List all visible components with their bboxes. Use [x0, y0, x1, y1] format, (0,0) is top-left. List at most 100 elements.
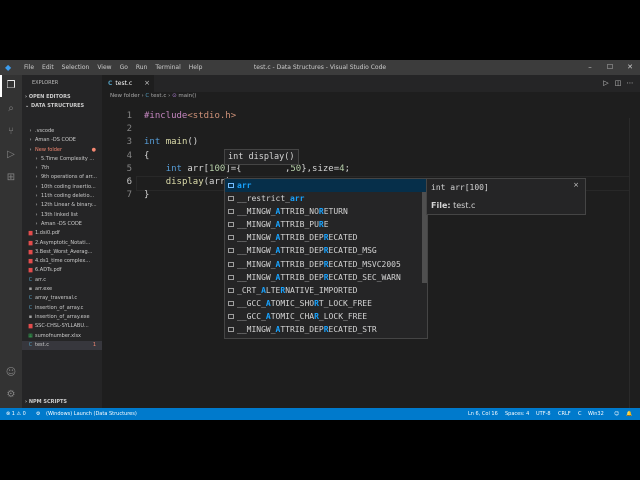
suggestion-item[interactable]: __MINGW_ATTRIB_NORETURN [225, 205, 427, 218]
open-editors-section[interactable]: › OPEN EDITORS [25, 94, 71, 100]
workspace-section[interactable]: ⌄ DATA STRUCTURES [25, 103, 84, 109]
breadcrumb: New folder › C test.c › ⊙ main() [110, 93, 197, 99]
code-token: 50 [290, 163, 302, 174]
suggestion-item[interactable]: __MINGW_ATTRIB_DEPRECATED_SEC_WARN [225, 271, 427, 284]
tree-item[interactable]: ▦ sumofnumber.xlsx [22, 332, 102, 341]
maximize-button[interactable]: ☐ [600, 60, 620, 75]
tree-item[interactable]: › Aman -DS CODE [22, 220, 102, 229]
tree-item[interactable]: ▆ 2.Asymptotic_Notati... [22, 239, 102, 248]
variable-icon [228, 183, 234, 188]
npm-scripts-section[interactable]: › NPM SCRIPTS [25, 399, 67, 405]
suggestion-item[interactable]: __GCC_ATOMIC_SHORT_LOCK_FREE [225, 297, 427, 310]
notifications-icon[interactable]: 🔔 [626, 408, 632, 420]
tree-item-label: 5.Time Complexity ... [41, 155, 95, 162]
extensions-icon[interactable]: ⊞ [5, 172, 17, 184]
line-number: 3 [126, 137, 132, 148]
tree-item[interactable]: ▆ 1.dsi0.pdf [22, 229, 102, 238]
tree-item[interactable]: › 9th operations of arr... [22, 173, 102, 182]
tab-close-icon[interactable]: × [144, 75, 150, 92]
minimap[interactable] [629, 118, 640, 408]
source-control-icon[interactable]: ⑂ [5, 126, 17, 138]
tree-item[interactable]: Cinsertion_of_array.c [22, 304, 102, 313]
suggestion-item[interactable]: __MINGW_ATTRIB_DEPRECATED [225, 231, 427, 244]
tree-item[interactable]: ▆ SSC-CHSL-SYLLABU... [22, 322, 102, 331]
line-number: 6 [126, 177, 132, 187]
tree-item[interactable]: › 11th coding deletio... [22, 192, 102, 201]
tree-item[interactable]: ▆ 4.ds1_time complex... [22, 257, 102, 266]
tree-item[interactable]: Ctest.c 1 [22, 340, 102, 351]
problems-indicator[interactable]: ⊗ 1 ⚠ 0 [6, 408, 26, 420]
tree-item[interactable]: › 13th linked list [22, 211, 102, 220]
details-close-icon[interactable]: × [573, 181, 579, 189]
breadcrumb-file[interactable]: test.c [151, 93, 166, 99]
encoding[interactable]: UTF-8 [536, 408, 551, 420]
platform[interactable]: Win32 [588, 408, 604, 420]
minimize-button[interactable]: – [580, 60, 600, 75]
code-token: },size= [301, 163, 340, 174]
suggestion-item[interactable]: __MINGW_ATTRIB_DEPRECATED_STR [225, 323, 427, 336]
tree-item[interactable]: Carray_traversal.c [22, 294, 102, 303]
files-icon[interactable]: ❐ [5, 80, 17, 92]
settings-gear-icon[interactable]: ⚙ [5, 389, 17, 401]
language-mode[interactable]: C [578, 408, 582, 420]
folder-icon: › [29, 146, 32, 153]
run-code-icon[interactable]: ▷ [600, 75, 612, 92]
tree-item[interactable]: › Aman -DS CODE [22, 136, 102, 145]
code-line: int main() [144, 136, 198, 149]
code-line: { [144, 150, 149, 163]
text-icon [228, 222, 234, 228]
suggestion-text: arr [289, 194, 305, 204]
suggestion-item[interactable]: arr [225, 179, 427, 193]
search-icon[interactable]: ⌕ [5, 103, 17, 115]
more-actions-icon[interactable]: ⋯ [624, 75, 636, 92]
suggestion-text: ECATED [328, 233, 358, 243]
tree-item[interactable]: › New folder ● [22, 146, 102, 155]
suggestion-item[interactable]: __MINGW_ATTRIB_DEPRECATED_MSG [225, 244, 427, 257]
menu-view[interactable]: View [93, 60, 115, 75]
tree-item[interactable]: › .vscode [22, 127, 102, 136]
code-token: display [165, 177, 204, 187]
breadcrumb-folder[interactable]: New folder [110, 93, 140, 99]
suggestion-item[interactable]: __MINGW_ATTRIB_PURE [225, 218, 427, 231]
tab-test-c[interactable]: Ctest.c × [102, 75, 154, 92]
tree-item[interactable]: › 5.Time Complexity ... [22, 155, 102, 164]
line-number: 2 [126, 124, 132, 135]
close-window-button[interactable]: ✕ [620, 60, 640, 75]
menu-edit[interactable]: Edit [38, 60, 58, 75]
split-editor-icon[interactable]: ◫ [612, 75, 624, 92]
menu-selection[interactable]: Selection [58, 60, 94, 75]
suggestion-item[interactable]: _CRT_ALTERNATIVE_IMPORTED [225, 284, 427, 297]
tree-item-label: .vscode [35, 128, 55, 134]
feedback-icon[interactable]: ☺ [614, 408, 619, 420]
c-file-icon: C [28, 304, 33, 311]
tree-item[interactable]: Carr.c [22, 276, 102, 285]
launch-config[interactable]: (Windows) Launch (Data Structures) [46, 408, 137, 420]
tree-item[interactable]: ▆ 3.Best_Worst_Averag... [22, 248, 102, 257]
text-icon [228, 209, 234, 215]
menu-go[interactable]: Go [116, 60, 132, 75]
menu-file[interactable]: File [20, 60, 38, 75]
cursor-position[interactable]: Ln 6, Col 16 [468, 408, 498, 420]
exe-file-icon: ▪ [28, 313, 33, 320]
tree-item[interactable]: ▪ insertion_of_array.exe [22, 313, 102, 322]
tree-item[interactable]: › 12th Linear & binary... [22, 201, 102, 210]
menu-run[interactable]: Run [132, 60, 152, 75]
pdf-file-icon: ▆ [28, 323, 33, 330]
line-ending[interactable]: CRLF [558, 408, 571, 420]
suggestion-item[interactable]: __restrict_arr [225, 192, 427, 205]
tree-item[interactable]: › 7th [22, 164, 102, 173]
debug-config-icon[interactable]: ⚙ [36, 408, 40, 420]
menu-help[interactable]: Help [185, 60, 207, 75]
tree-item[interactable]: ▪ arr.exe [22, 285, 102, 294]
suggestion-item[interactable]: __MINGW_ATTRIB_DEPRECATED_MSVC2005 [225, 258, 427, 271]
account-icon[interactable]: ☺ [5, 367, 17, 379]
tree-item[interactable]: › 10th coding insertio... [22, 183, 102, 192]
suggestion-text: _CRT_ [237, 285, 262, 295]
menu-terminal[interactable]: Terminal [151, 60, 184, 75]
breadcrumb-symbol[interactable]: main() [178, 93, 196, 99]
tree-item[interactable]: ▆ 6.ADTs.pdf [22, 266, 102, 275]
error-dot-icon: ● [91, 146, 96, 153]
run-debug-icon[interactable]: ▷ [5, 149, 17, 161]
suggestion-item[interactable]: __GCC_ATOMIC_CHAR_LOCK_FREE [225, 310, 427, 323]
indentation[interactable]: Spaces: 4 [505, 408, 529, 420]
